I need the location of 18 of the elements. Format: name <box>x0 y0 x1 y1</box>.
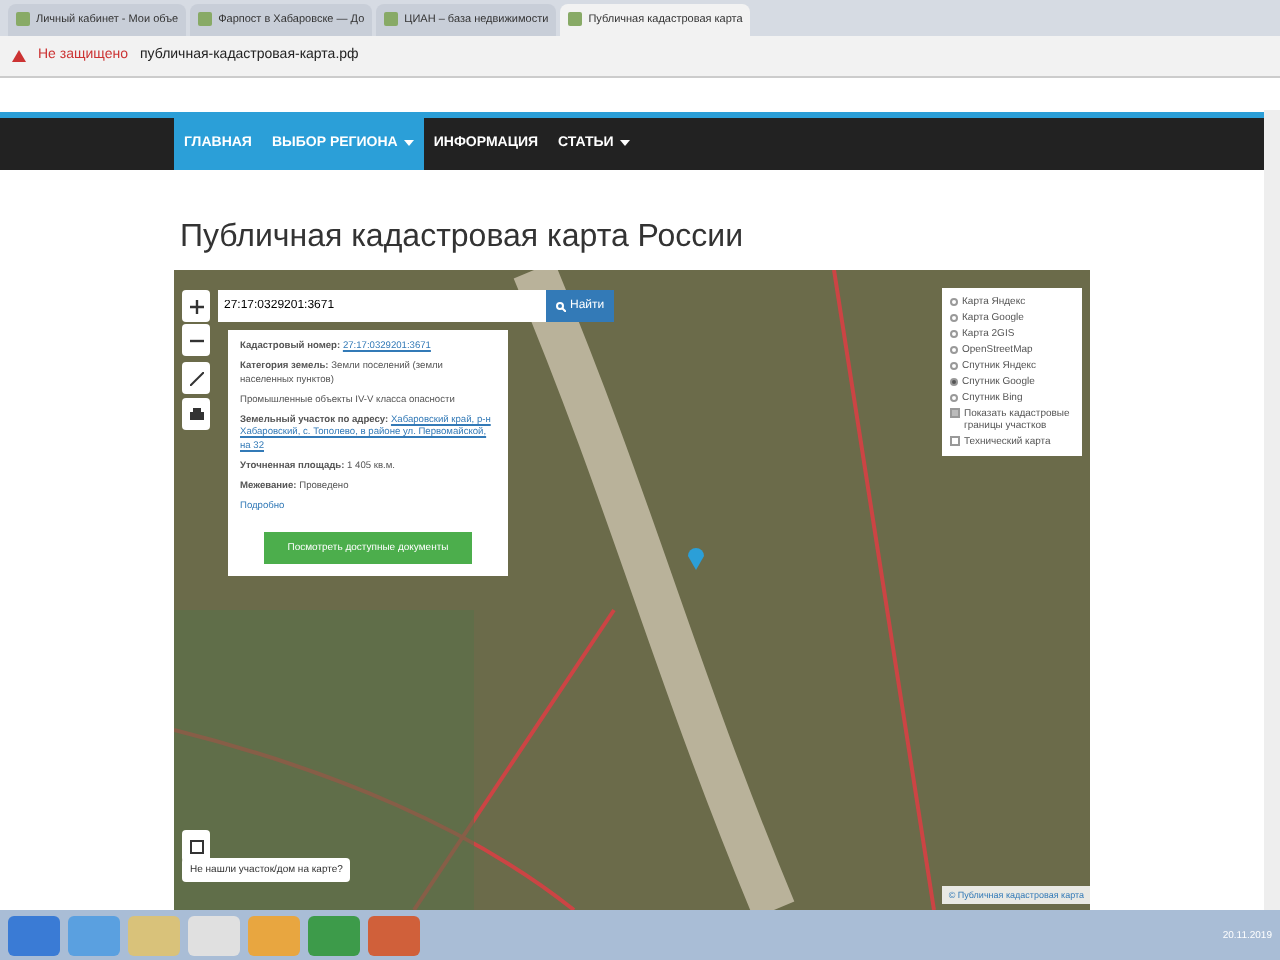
warning-icon <box>12 49 26 62</box>
map-pin-icon <box>688 546 704 571</box>
zoom-out-button[interactable] <box>182 324 210 357</box>
favicon-icon <box>568 12 583 27</box>
page-title: Публичная кадастровая карта России <box>178 218 746 259</box>
print-icon <box>189 407 203 422</box>
zoom-in-button[interactable] <box>182 290 210 323</box>
favicon-icon <box>384 12 399 27</box>
ruler-icon <box>189 371 203 386</box>
satellite-map[interactable] <box>174 270 1090 911</box>
fullscreen-icon <box>189 839 203 854</box>
favicon-icon <box>198 12 213 27</box>
plus-icon <box>189 299 203 314</box>
search-icon <box>556 301 566 312</box>
print-button[interactable] <box>182 398 210 431</box>
scrollbar[interactable] <box>1264 110 1280 910</box>
measure-button[interactable] <box>182 362 210 395</box>
favicon-icon <box>16 12 30 27</box>
